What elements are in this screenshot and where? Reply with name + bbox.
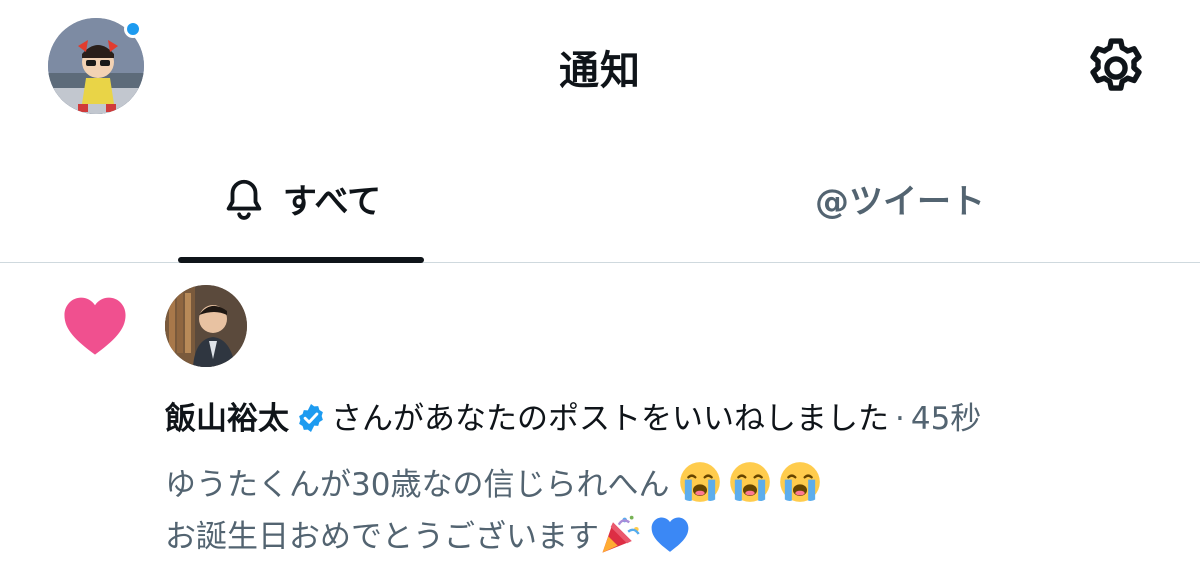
- user-name-link[interactable]: 飯山裕太: [165, 401, 289, 437]
- post-text-line-1: ゆうたくんが30歳なの信じられへん: [165, 467, 670, 503]
- heart-icon: [64, 297, 126, 355]
- page-title: 通知: [559, 48, 641, 94]
- action-text: さんがあなたのポストをいいねしました: [331, 401, 889, 437]
- gear-icon: [1090, 38, 1142, 91]
- post-preview[interactable]: ゆうたくんが30歳なの信じられへん お誕生日おめでとうございます: [165, 459, 1195, 563]
- notification-tabs: すべて @ツイート: [0, 135, 1200, 263]
- blue-heart-icon: [651, 517, 689, 552]
- timestamp: 45秒: [910, 401, 982, 437]
- tab-mentions-label: @ツイート: [815, 182, 985, 222]
- notification-summary: 飯山裕太 さんがあなたのポストをいいねしました · 45秒: [165, 397, 1195, 441]
- settings-button[interactable]: [1082, 34, 1150, 102]
- user-avatar[interactable]: [165, 285, 247, 367]
- tab-all-label: すべて: [282, 182, 382, 222]
- verified-badge-icon: [299, 404, 323, 432]
- tab-mentions[interactable]: @ツイート: [700, 135, 1100, 262]
- post-line-2: お誕生日おめでとうございます: [165, 511, 1195, 563]
- tab-all[interactable]: すべて: [178, 135, 424, 262]
- separator: ·: [895, 401, 905, 437]
- unread-indicator: [124, 20, 142, 38]
- loudly-crying-face-icon: [680, 462, 721, 502]
- loudly-crying-face-icon: [730, 462, 771, 502]
- party-popper-icon: [602, 515, 640, 553]
- notification-item[interactable]: 飯山裕太 さんがあなたのポストをいいねしました · 45秒 ゆうたくんが30歳なの信…: [0, 263, 1200, 583]
- loudly-crying-face-icon: [780, 462, 821, 502]
- post-line-1: ゆうたくんが30歳なの信じられへん: [165, 459, 1195, 511]
- post-text-line-2: お誕生日おめでとうございます: [165, 519, 599, 555]
- header: 通知: [0, 0, 1200, 135]
- bell-icon: [226, 179, 262, 220]
